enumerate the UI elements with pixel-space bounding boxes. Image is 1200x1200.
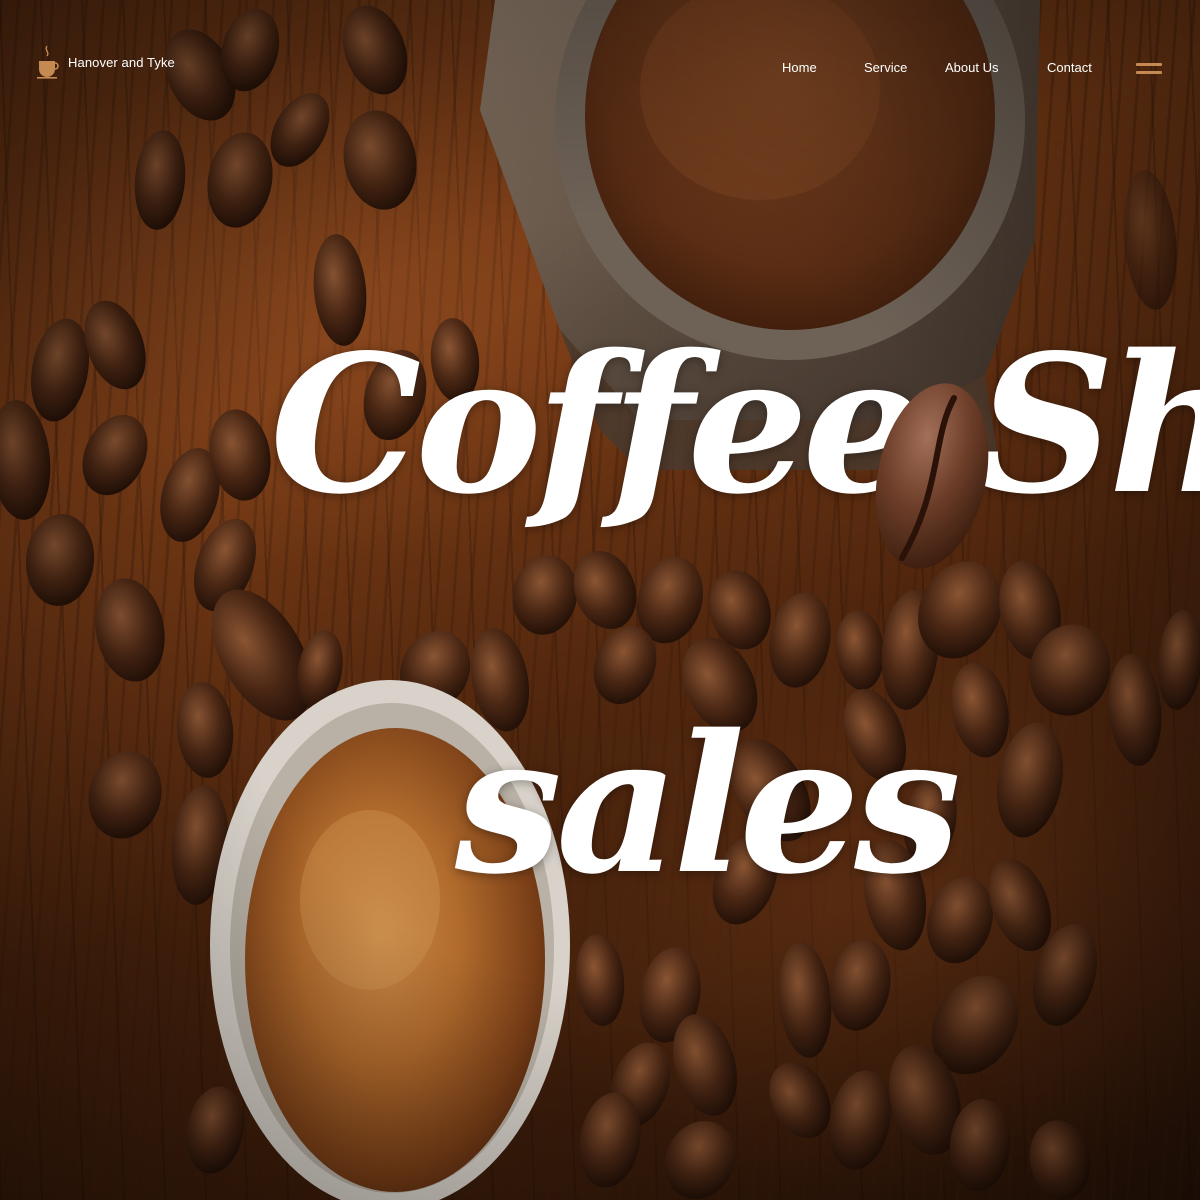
nav-item-contact[interactable]: Contact xyxy=(1047,60,1092,75)
foreground-coffee-bean-image xyxy=(875,383,989,569)
hero-headline-line-1: Coffee Shop xyxy=(270,313,1200,536)
top-navbar: Hanover and Tyke Home Service About Us C… xyxy=(0,0,1200,140)
nav-item-home[interactable]: Home xyxy=(782,60,817,75)
nav-item-service[interactable]: Service xyxy=(864,60,907,75)
nav-item-about-us[interactable]: About Us xyxy=(945,60,998,75)
main-nav: Home Service About Us Contact xyxy=(0,60,1200,80)
hamburger-bar xyxy=(1136,63,1162,66)
hamburger-bar xyxy=(1136,71,1162,74)
hero-headline-line-2: sales xyxy=(455,693,961,916)
hero-background-image xyxy=(0,0,1200,1200)
hamburger-menu-icon[interactable] xyxy=(1134,60,1164,78)
landing-page: Hanover and Tyke Home Service About Us C… xyxy=(0,0,1200,1200)
